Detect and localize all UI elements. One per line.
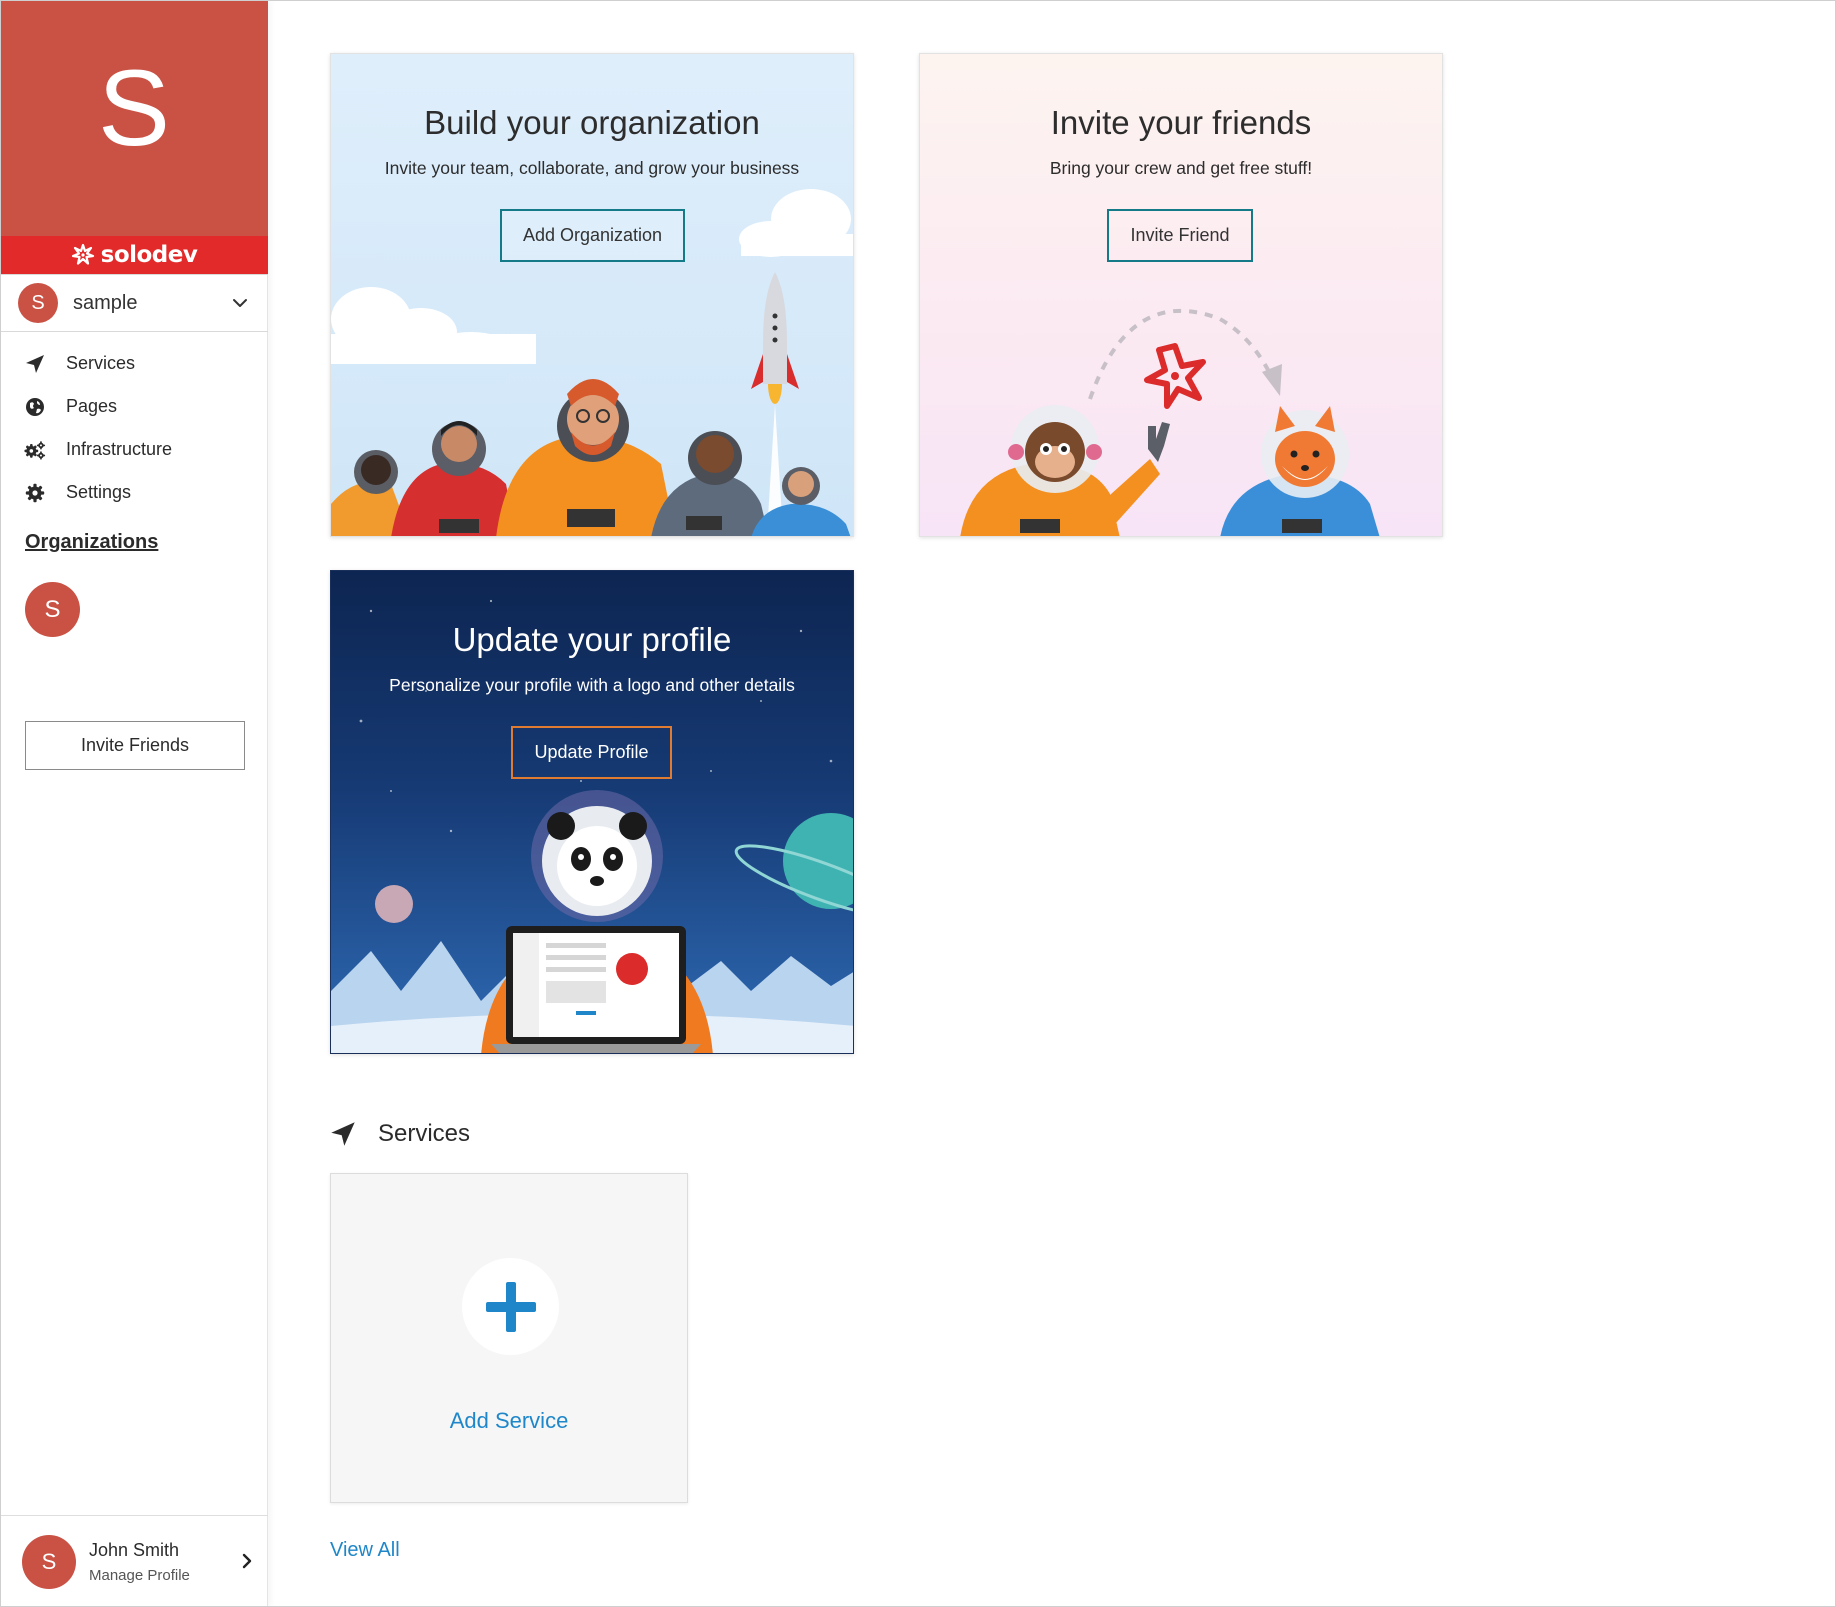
update-profile-card: Update your profile Personalize your pro… <box>330 570 854 1054</box>
org-switcher-label: sample <box>73 291 138 314</box>
card-subtitle: Personalize your profile with a logo and… <box>389 675 795 695</box>
sidebar-item-label: Pages <box>66 396 118 416</box>
add-service-circle <box>462 1258 559 1355</box>
gear-icon <box>24 482 46 504</box>
org-switcher-avatar: S <box>18 283 58 323</box>
sidebar-item-label: Settings <box>66 482 132 502</box>
invite-friends-card: Invite your friends Bring your crew and … <box>919 53 1443 537</box>
services-heading: Services <box>378 1120 471 1147</box>
solodev-logo-icon <box>71 243 94 265</box>
organization-avatar[interactable]: S <box>25 582 80 637</box>
services-section-header: Services <box>330 1120 470 1148</box>
sidebar-item-pages[interactable]: Pages <box>0 385 268 428</box>
invite-friends-button[interactable]: Invite Friends <box>25 721 245 770</box>
view-all-link[interactable]: View All <box>330 1539 400 1562</box>
manage-profile-label: Manage Profile <box>89 1566 190 1584</box>
sidebar-nav: Services Pages Infrastructure Settings <box>0 342 268 514</box>
add-service-tile[interactable]: Add Service <box>330 1173 688 1503</box>
card-subtitle: Invite your team, collaborate, and grow … <box>384 158 800 178</box>
sidebar-item-label: Services <box>66 353 136 373</box>
sidebar-item-infrastructure[interactable]: Infrastructure <box>0 428 268 471</box>
globe-icon <box>24 396 46 418</box>
user-avatar: S <box>22 1534 76 1589</box>
update-profile-button[interactable]: Update Profile <box>511 726 672 779</box>
add-organization-button[interactable]: Add Organization <box>500 209 685 262</box>
card-subtitle: Bring your crew and get free stuff! <box>1049 158 1313 178</box>
brand-name: solodev <box>100 242 198 268</box>
paper-plane-icon <box>331 1122 355 1146</box>
user-text: John Smith Manage Profile <box>89 1540 190 1584</box>
user-profile-menu[interactable]: S John Smith Manage Profile <box>0 1515 268 1607</box>
invite-friend-button[interactable]: Invite Friend <box>1107 209 1253 262</box>
sidebar-item-settings[interactable]: Settings <box>0 471 268 514</box>
card-title: Update your profile <box>452 621 732 658</box>
card-title: Build your organization <box>424 104 760 141</box>
chevron-down-icon <box>233 299 247 307</box>
brand-bar: solodev <box>0 236 268 274</box>
org-hero-banner: S <box>0 0 268 236</box>
org-hero-initial: S <box>97 46 171 168</box>
paper-plane-icon <box>24 353 46 375</box>
card-title: Invite your friends <box>1050 104 1312 141</box>
sidebar-item-services[interactable]: Services <box>0 342 268 385</box>
chevron-right-icon <box>242 1553 252 1569</box>
sidebar-item-label: Infrastructure <box>66 439 173 459</box>
organizations-heading[interactable]: Organizations <box>25 531 158 554</box>
org-switcher[interactable]: S sample <box>0 274 268 332</box>
sidebar: S solodev S sample Services Pages Infras… <box>0 0 268 1607</box>
window-frame <box>0 0 1836 1607</box>
user-name: John Smith <box>89 1539 180 1560</box>
gears-icon <box>24 439 46 461</box>
build-organization-card: Build your organization Invite your team… <box>330 53 854 537</box>
plus-icon <box>485 1281 536 1332</box>
add-service-label: Add Service <box>449 1408 569 1433</box>
